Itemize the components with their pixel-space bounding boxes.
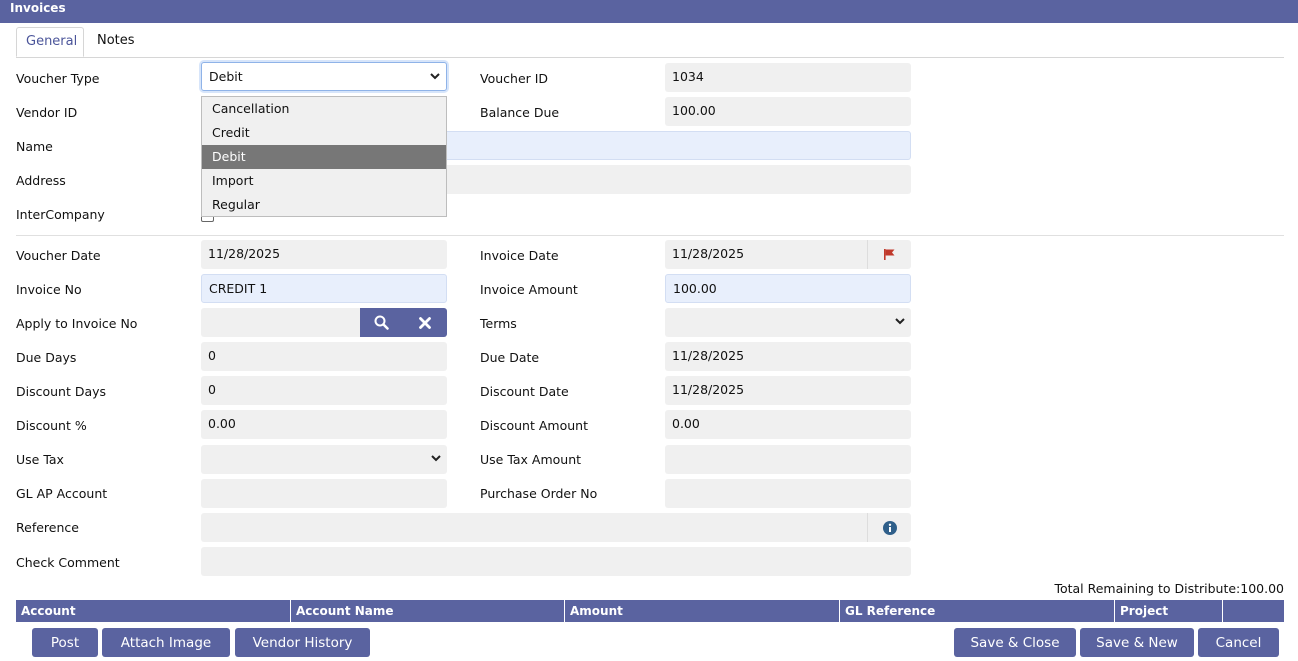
invoice-amount-label: Invoice Amount (480, 282, 578, 297)
invoice-no-label: Invoice No (16, 282, 82, 297)
check-comment-label: Check Comment (16, 555, 120, 570)
gl-ap-account-label: GL AP Account (16, 486, 108, 501)
voucher-type-value: Debit (209, 69, 243, 84)
use-tax-amount-label: Use Tax Amount (480, 452, 582, 467)
save-close-button[interactable]: Save & Close (954, 628, 1076, 657)
search-icon[interactable] (360, 308, 403, 337)
balance-due-field: 100.00 (665, 97, 911, 126)
chevron-down-icon (895, 308, 905, 325)
discount-date-label: Discount Date (480, 384, 569, 399)
voucher-type-option-credit[interactable]: Credit (202, 121, 446, 145)
voucher-type-label: Voucher Type (16, 71, 100, 86)
invoice-amount-field[interactable]: 100.00 (665, 274, 911, 303)
grid-col-account-name[interactable]: Account Name (291, 600, 565, 622)
purchase-order-no-label: Purchase Order No (480, 486, 598, 501)
invoice-date-picker-button[interactable] (867, 240, 911, 269)
apply-to-invoice-no-label: Apply to Invoice No (16, 316, 138, 331)
grid-col-amount[interactable]: Amount (565, 600, 840, 622)
invoice-date-field[interactable]: 11/28/2025 (665, 240, 868, 269)
voucher-type-option-cancellation[interactable]: Cancellation (202, 97, 446, 121)
voucher-type-option-import[interactable]: Import (202, 169, 446, 193)
cancel-button[interactable]: Cancel (1198, 628, 1279, 657)
close-icon[interactable] (403, 308, 446, 337)
vendor-history-button[interactable]: Vendor History (235, 628, 370, 657)
gl-ap-account-field[interactable] (201, 479, 447, 508)
reference-field[interactable] (201, 513, 868, 542)
discount-date-field[interactable]: 11/28/2025 (665, 376, 911, 405)
use-tax-select[interactable] (201, 445, 447, 474)
grid-col-account[interactable]: Account (16, 600, 291, 622)
chevron-down-icon (430, 63, 440, 80)
voucher-type-option-debit[interactable]: Debit (202, 145, 446, 169)
discount-amount-field[interactable]: 0.00 (665, 410, 911, 439)
window-title: Invoices (10, 1, 66, 15)
voucher-type-dropdown: Cancellation Credit Debit Import Regular (201, 96, 447, 217)
terms-label: Terms (480, 316, 517, 331)
vendor-id-label: Vendor ID (16, 105, 78, 120)
attach-image-button[interactable]: Attach Image (102, 628, 230, 657)
grid-col-project[interactable]: Project (1115, 600, 1223, 622)
section-divider (16, 235, 1284, 236)
discount-days-field[interactable]: 0 (201, 376, 447, 405)
check-comment-field[interactable] (201, 547, 911, 576)
tab-divider (16, 57, 1284, 58)
discount-amount-label: Discount Amount (480, 418, 588, 433)
due-date-label: Due Date (480, 350, 540, 365)
due-date-field[interactable]: 11/28/2025 (665, 342, 911, 371)
balance-due-label: Balance Due (480, 105, 560, 120)
chevron-down-icon (431, 445, 441, 462)
post-button[interactable]: Post (32, 628, 98, 657)
reference-info-button[interactable] (867, 513, 911, 542)
use-tax-amount-field[interactable] (665, 445, 911, 474)
tab-notes[interactable]: Notes (88, 27, 144, 57)
grid-col-extra (1223, 600, 1284, 622)
voucher-id-field: 1034 (665, 63, 911, 92)
tab-general[interactable]: General (16, 27, 84, 57)
voucher-id-label: Voucher ID (480, 71, 549, 86)
name-label: Name (16, 139, 53, 154)
purchase-order-no-field[interactable] (665, 479, 911, 508)
invoice-no-field[interactable]: CREDIT 1 (201, 274, 447, 303)
due-days-field[interactable]: 0 (201, 342, 447, 371)
window-titlebar: Invoices (0, 0, 1298, 23)
reference-label: Reference (16, 520, 79, 535)
distribution-grid-header: Account Account Name Amount GL Reference… (16, 600, 1284, 622)
voucher-date-label: Voucher Date (16, 248, 101, 263)
invoice-date-label: Invoice Date (480, 248, 559, 263)
address-label: Address (16, 173, 66, 188)
voucher-date-field[interactable]: 11/28/2025 (201, 240, 447, 269)
info-icon (882, 520, 897, 535)
apply-to-invoice-no-field[interactable] (201, 308, 361, 337)
intercompany-label: InterCompany (16, 207, 105, 222)
due-days-label: Due Days (16, 350, 77, 365)
save-new-button[interactable]: Save & New (1080, 628, 1194, 657)
discount-pct-field[interactable]: 0.00 (201, 410, 447, 439)
voucher-type-option-regular[interactable]: Regular (202, 193, 446, 217)
use-tax-label: Use Tax (16, 452, 64, 467)
voucher-type-select[interactable]: Debit (201, 62, 447, 91)
discount-pct-label: Discount % (16, 418, 87, 433)
grid-col-gl-reference[interactable]: GL Reference (840, 600, 1115, 622)
flag-icon (884, 249, 895, 260)
discount-days-label: Discount Days (16, 384, 107, 399)
terms-select[interactable] (665, 308, 911, 337)
total-remaining-text: Total Remaining to Distribute:100.00 (1054, 581, 1284, 596)
apply-to-invoice-buttons (360, 308, 447, 337)
